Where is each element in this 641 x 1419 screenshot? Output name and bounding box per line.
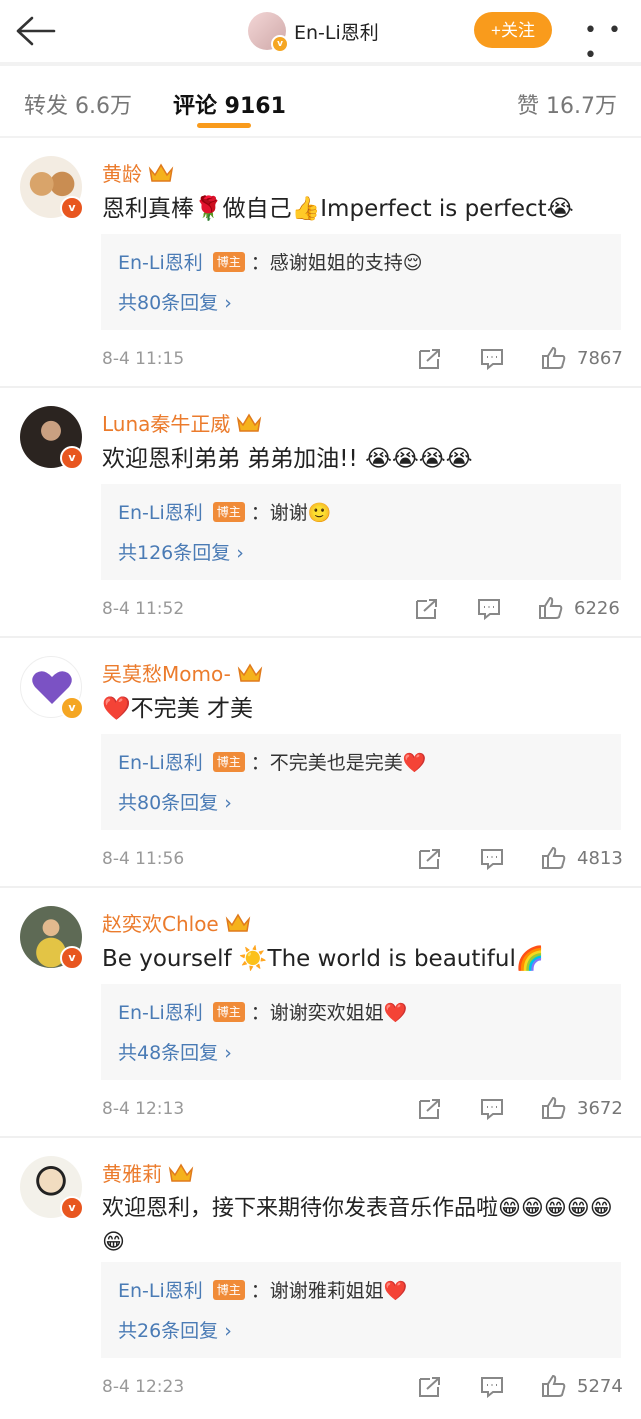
verified-icon: v xyxy=(60,946,84,970)
comment-icon[interactable] xyxy=(479,1375,505,1399)
share-icon[interactable] xyxy=(417,347,443,371)
reply-line: En-Li恩利 博主 ：感谢姐姐的支持😌 xyxy=(118,248,423,275)
like-icon[interactable] xyxy=(541,1096,567,1120)
reply-author[interactable]: En-Li恩利 xyxy=(118,498,203,525)
back-arrow-icon[interactable] xyxy=(14,14,58,48)
reply-line: En-Li恩利 博主 ：谢谢奕欢姐姐❤️ xyxy=(118,998,407,1025)
share-icon[interactable] xyxy=(417,1097,443,1121)
like-icon[interactable] xyxy=(541,346,567,370)
comment-item: v Luna秦牛正威 欢迎恩利弟弟 弟弟加油!! 😭😭😭😭 En-Li恩利 博主… xyxy=(0,388,641,638)
reply-count-link[interactable]: 共26条回复 › xyxy=(118,1316,232,1343)
reply-author[interactable]: En-Li恩利 xyxy=(118,1276,203,1303)
commenter-name[interactable]: Luna秦牛正威 xyxy=(102,408,262,437)
tab-likes[interactable]: 赞 16.7万 xyxy=(517,88,617,120)
like-count: 7867 xyxy=(577,348,623,369)
reply-count-link[interactable]: 共80条回复 › xyxy=(118,788,232,815)
reply-count-link[interactable]: 共126条回复 › xyxy=(118,538,244,565)
verified-icon: v xyxy=(60,1196,84,1220)
comment-text: 欢迎恩利弟弟 弟弟加油!! 😭😭😭😭 xyxy=(102,446,473,472)
crown-icon xyxy=(148,163,174,182)
verified-icon: v xyxy=(60,696,84,720)
comment-item: v 赵奕欢Chloe Be yourself ☀️The world is be… xyxy=(0,888,641,1138)
tab-bar: 转发 6.6万 评论 9161 赞 16.7万 xyxy=(0,66,641,136)
follow-button[interactable]: +关注 xyxy=(474,12,552,48)
commenter-name-text: 黄龄 xyxy=(102,162,142,186)
like-count: 3672 xyxy=(577,1098,623,1119)
share-icon[interactable] xyxy=(417,1375,443,1399)
crown-icon xyxy=(168,1163,194,1182)
reply-text: ：感谢姐姐的支持😌 xyxy=(250,252,423,274)
reply-author[interactable]: En-Li恩利 xyxy=(118,998,203,1025)
reply-line: En-Li恩利 博主 ：不完美也是完美❤️ xyxy=(118,748,426,775)
reply-text: ：谢谢奕欢姐姐❤️ xyxy=(250,1002,408,1024)
reply-count-link[interactable]: 共48条回复 › xyxy=(118,1038,232,1065)
commenter-name-text: 吴莫愁Momo- xyxy=(102,662,231,686)
tab-underline xyxy=(197,123,251,128)
author-badge: 博主 xyxy=(212,751,245,772)
top-bar: v En-Li恩利 +关注 • • • xyxy=(0,0,641,68)
crown-icon xyxy=(237,663,263,682)
author-name: En-Li恩利 xyxy=(294,21,379,44)
commenter-name-text: 赵奕欢Chloe xyxy=(102,912,219,936)
crown-icon xyxy=(237,413,262,432)
comment-text: Be yourself ☀️The world is beautiful🌈 xyxy=(102,946,545,972)
like-icon[interactable] xyxy=(541,846,567,870)
comment-time: 8-4 11:15 xyxy=(102,349,185,369)
comment-text: ❤️不完美 才美 xyxy=(102,696,253,722)
crown-icon xyxy=(225,913,250,932)
verified-icon: v xyxy=(271,35,289,53)
reply-line: En-Li恩利 博主 ：谢谢🙂 xyxy=(118,498,331,525)
comment-item: v 吴莫愁Momo- ❤️不完美 才美 En-Li恩利 博主 ：不完美也是完美❤… xyxy=(0,638,641,888)
reply-author[interactable]: En-Li恩利 xyxy=(118,248,203,275)
comment-text: 欢迎恩利，接下来期待你发表音乐作品啦😁😁😁😁😁😁 xyxy=(102,1196,613,1255)
reply-line: En-Li恩利 博主 ：谢谢雅莉姐姐❤️ xyxy=(118,1276,407,1303)
reply-text: ：谢谢🙂 xyxy=(250,502,332,524)
reply-text: ：不完美也是完美❤️ xyxy=(250,752,427,774)
more-icon[interactable]: • • • xyxy=(584,18,641,68)
commenter-name[interactable]: 黄雅莉 xyxy=(102,1158,194,1187)
commenter-name[interactable]: 赵奕欢Chloe xyxy=(102,908,251,937)
reply-count-link[interactable]: 共80条回复 › xyxy=(118,288,232,315)
comment-item: v 黄龄 恩利真棒🌹做自己👍Imperfect is perfect😭 En-L… xyxy=(0,138,641,388)
comment-icon[interactable] xyxy=(476,597,502,621)
commenter-name-text: Luna秦牛正威 xyxy=(102,412,231,436)
comment-time: 8-4 12:13 xyxy=(102,1099,185,1119)
like-count: 4813 xyxy=(577,848,623,869)
comment-time: 8-4 12:23 xyxy=(102,1377,185,1397)
commenter-name-text: 黄雅莉 xyxy=(102,1162,162,1186)
like-icon[interactable] xyxy=(538,596,564,620)
comment-text: 恩利真棒🌹做自己👍Imperfect is perfect😭 xyxy=(102,196,574,222)
commenter-name[interactable]: 黄龄 xyxy=(102,158,174,187)
author-badge: 博主 xyxy=(212,1279,245,1300)
avatar[interactable]: v xyxy=(248,12,289,53)
reply-text: ：谢谢雅莉姐姐❤️ xyxy=(250,1280,408,1302)
share-icon[interactable] xyxy=(417,847,443,871)
reply-box[interactable]: En-Li恩利 博主 ：谢谢雅莉姐姐❤️ 共26条回复 › xyxy=(101,1262,621,1358)
author-badge: 博主 xyxy=(212,1001,245,1022)
reply-box[interactable]: En-Li恩利 博主 ：感谢姐姐的支持😌 共80条回复 › xyxy=(101,234,621,330)
commenter-name[interactable]: 吴莫愁Momo- xyxy=(102,658,263,687)
author-badge: 博主 xyxy=(212,251,245,272)
like-count: 5274 xyxy=(577,1376,623,1397)
reply-author[interactable]: En-Li恩利 xyxy=(118,748,203,775)
tab-repost[interactable]: 转发 6.6万 xyxy=(24,88,132,120)
comment-icon[interactable] xyxy=(479,347,505,371)
verified-icon: v xyxy=(60,446,84,470)
comment-time: 8-4 11:52 xyxy=(102,599,185,619)
tab-comments[interactable]: 评论 9161 xyxy=(173,88,286,120)
share-icon[interactable] xyxy=(414,597,440,621)
reply-box[interactable]: En-Li恩利 博主 ：谢谢🙂 共126条回复 › xyxy=(101,484,621,580)
comment-time: 8-4 11:56 xyxy=(102,849,185,869)
like-count: 6226 xyxy=(574,598,620,619)
verified-icon: v xyxy=(60,196,84,220)
comment-icon[interactable] xyxy=(479,1097,505,1121)
reply-box[interactable]: En-Li恩利 博主 ：不完美也是完美❤️ 共80条回复 › xyxy=(101,734,621,830)
reply-box[interactable]: En-Li恩利 博主 ：谢谢奕欢姐姐❤️ 共48条回复 › xyxy=(101,984,621,1080)
comment-icon[interactable] xyxy=(479,847,505,871)
like-icon[interactable] xyxy=(541,1374,567,1398)
post-author[interactable]: v En-Li恩利 xyxy=(248,11,379,53)
comment-item: v 黄雅莉 欢迎恩利，接下来期待你发表音乐作品啦😁😁😁😁😁😁 En-Li恩利 博… xyxy=(0,1138,641,1419)
author-badge: 博主 xyxy=(212,501,245,522)
